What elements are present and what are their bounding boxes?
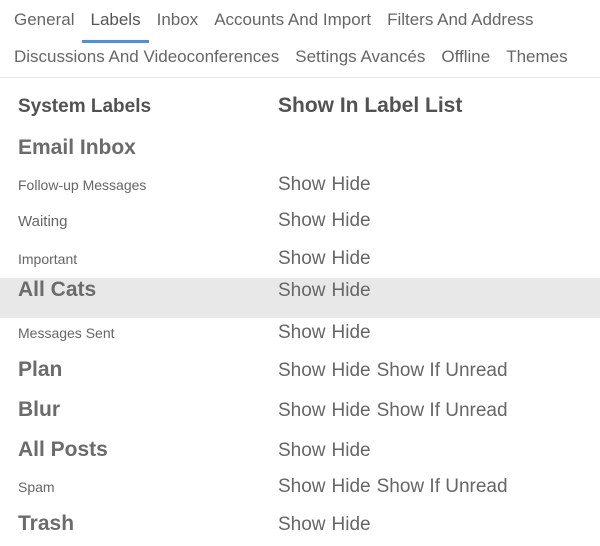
label-name: All Cats — [18, 278, 278, 302]
label-name: Spam — [18, 479, 278, 497]
tab-inbox[interactable]: Inbox — [149, 6, 207, 43]
label-row: All Cats Show Hide — [0, 278, 600, 318]
show-link[interactable]: Show — [278, 322, 326, 343]
show-link[interactable]: Show — [278, 210, 326, 231]
label-name: Trash — [18, 512, 278, 536]
show-link[interactable]: Show — [278, 400, 326, 421]
settings-tabs: General Labels Inbox Accounts And Import… — [0, 0, 600, 78]
label-actions: Show Hide — [278, 210, 582, 232]
label-name: Blur — [18, 398, 278, 422]
hide-link[interactable]: Hide — [332, 476, 371, 497]
label-text: All Posts — [18, 438, 108, 462]
tab-accounts-import[interactable]: Accounts And Import — [206, 6, 379, 43]
label-name: Email Inbox — [18, 136, 278, 160]
header-show-in-list: Show In Label List — [278, 90, 582, 122]
label-actions: Show Hide Show If Unread — [278, 400, 582, 422]
label-actions: Show Hide — [278, 174, 582, 196]
label-text: Trash — [18, 512, 74, 536]
label-text: Spam — [18, 479, 55, 495]
label-name: Messages Sent — [18, 325, 278, 343]
label-text: Messages Sent — [18, 325, 115, 341]
label-name: Follow-up Messages — [18, 177, 278, 195]
tab-discussions-video[interactable]: Discussions And Videoconferences — [6, 43, 287, 77]
label-actions: Show Hide — [278, 248, 582, 270]
header-system-labels: System Labels — [18, 92, 278, 122]
show-link[interactable]: Show — [278, 174, 326, 195]
hide-link[interactable]: Hide — [332, 248, 371, 269]
label-row: Waiting Show Hide — [18, 204, 582, 244]
show-if-unread-link[interactable]: Show If Unread — [377, 400, 508, 421]
label-text: Waiting — [18, 213, 67, 230]
tab-filters-address[interactable]: Filters And Address — [379, 6, 541, 43]
label-actions: Show Hide Show If Unread — [278, 360, 582, 382]
hide-link[interactable]: Hide — [332, 440, 371, 461]
label-actions: Show Hide — [278, 514, 582, 536]
label-text: Blur — [18, 398, 60, 422]
label-row: Important Show Hide — [18, 244, 582, 278]
label-name: Waiting — [18, 213, 278, 231]
tab-offline[interactable]: Offline — [433, 43, 498, 77]
hide-link[interactable]: Hide — [332, 514, 371, 535]
labels-content: System Labels Show In Label List Email I… — [0, 78, 600, 546]
labels-rows: Email InboxFollow-up MessagesShowHideWai… — [18, 130, 582, 546]
label-name: All Posts — [18, 438, 278, 462]
label-actions: Show Hide — [278, 440, 582, 462]
show-if-unread-link[interactable]: Show If Unread — [377, 476, 508, 497]
label-row: Plan Show Hide Show If Unread — [18, 352, 582, 392]
tab-themes[interactable]: Themes — [498, 43, 575, 77]
tab-general[interactable]: General — [6, 6, 82, 43]
label-text: Email Inbox — [18, 136, 136, 160]
show-link[interactable]: Show — [278, 360, 326, 381]
label-text: Follow-up Messages — [18, 177, 146, 193]
label-row: Email Inbox — [18, 130, 582, 170]
show-link[interactable]: Show — [278, 440, 326, 461]
show-link[interactable]: Show — [278, 514, 326, 535]
label-text: All Cats — [18, 278, 96, 302]
tab-advanced-settings[interactable]: Settings Avancés — [287, 43, 433, 77]
hide-link[interactable]: Hide — [332, 210, 371, 231]
label-name: Important — [18, 251, 278, 269]
label-row: Trash Show Hide — [18, 506, 582, 546]
label-name: Plan — [18, 358, 278, 382]
label-text: Important — [18, 251, 77, 267]
section-header: System Labels Show In Label List — [18, 90, 582, 130]
hide-link[interactable]: Hide — [332, 400, 371, 421]
label-row: Follow-up Messages Show Hide — [18, 170, 582, 204]
label-row: Messages Sent Show Hide — [18, 318, 582, 352]
label-actions: Show Hide — [278, 280, 582, 302]
label-actions: Show Hide Show If Unread — [278, 476, 582, 498]
hide-link[interactable]: Hide — [332, 322, 371, 343]
label-text: Plan — [18, 358, 62, 382]
hide-link[interactable]: Hide — [332, 280, 371, 301]
show-link[interactable]: Show — [278, 248, 326, 269]
label-row: Blur Show Hide Show If Unread — [18, 392, 582, 432]
label-actions: Show Hide — [278, 322, 582, 344]
label-row: Spam Show Hide Show If Unread — [18, 472, 582, 506]
label-row: All Posts Show Hide — [18, 432, 582, 472]
hide-link[interactable]: Hide — [332, 174, 371, 195]
show-if-unread-link[interactable]: Show If Unread — [377, 360, 508, 381]
show-link[interactable]: Show — [278, 476, 326, 497]
tab-labels[interactable]: Labels — [82, 6, 148, 43]
show-link[interactable]: Show — [278, 280, 326, 301]
hide-link[interactable]: Hide — [332, 360, 371, 381]
